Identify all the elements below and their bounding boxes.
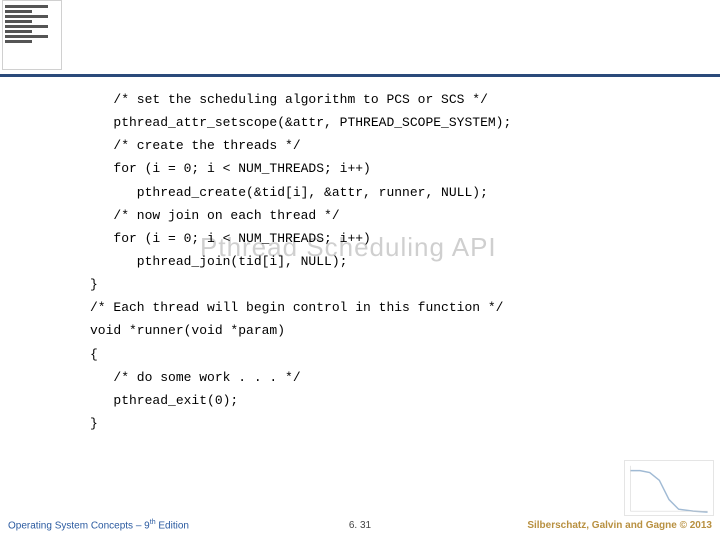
code-line: pthread_join(tid[i], NULL); — [90, 252, 690, 272]
thumb-decor — [5, 20, 32, 23]
thumb-decor — [5, 15, 48, 18]
footer-book-title: Operating System Concepts – 9th Edition — [8, 519, 189, 531]
code-line: pthread_create(&tid[i], &attr, runner, N… — [90, 183, 690, 203]
thumb-decor — [5, 40, 32, 43]
thumbnail-preview — [2, 0, 62, 70]
code-line: pthread_attr_setscope(&attr, PTHREAD_SCO… — [90, 113, 690, 133]
footer-left-prefix: Operating System Concepts – 9 — [8, 520, 150, 531]
code-line: } — [90, 414, 690, 434]
code-line: } — [90, 275, 690, 295]
code-line: { — [90, 345, 690, 365]
code-line: /* Each thread will begin control in thi… — [90, 298, 690, 318]
footer-copyright: Silberschatz, Galvin and Gagne © 2013 — [527, 520, 712, 531]
slide-number: 6. 31 — [349, 520, 371, 531]
code-line: void *runner(void *param) — [90, 321, 690, 341]
code-line: /* create the threads */ — [90, 136, 690, 156]
header-divider — [0, 74, 720, 77]
code-block: /* set the scheduling algorithm to PCS o… — [90, 90, 690, 437]
code-line: /* set the scheduling algorithm to PCS o… — [90, 90, 690, 110]
footer-left-suffix: Edition — [156, 520, 189, 531]
thumb-decor — [5, 5, 48, 8]
thumb-decor — [5, 30, 32, 33]
thumb-decor — [5, 25, 48, 28]
slide: Pthread Scheduling API /* set the schedu… — [0, 0, 720, 540]
slide-footer: Operating System Concepts – 9th Edition … — [0, 516, 720, 534]
code-line: for (i = 0; i < NUM_THREADS; i++) — [90, 229, 690, 249]
thumb-decor — [5, 10, 32, 13]
code-line: pthread_exit(0); — [90, 391, 690, 411]
code-line: /* now join on each thread */ — [90, 206, 690, 226]
code-line: /* do some work . . . */ — [90, 368, 690, 388]
decorative-chart — [624, 460, 714, 516]
thumb-decor — [5, 35, 48, 38]
code-line: for (i = 0; i < NUM_THREADS; i++) — [90, 159, 690, 179]
